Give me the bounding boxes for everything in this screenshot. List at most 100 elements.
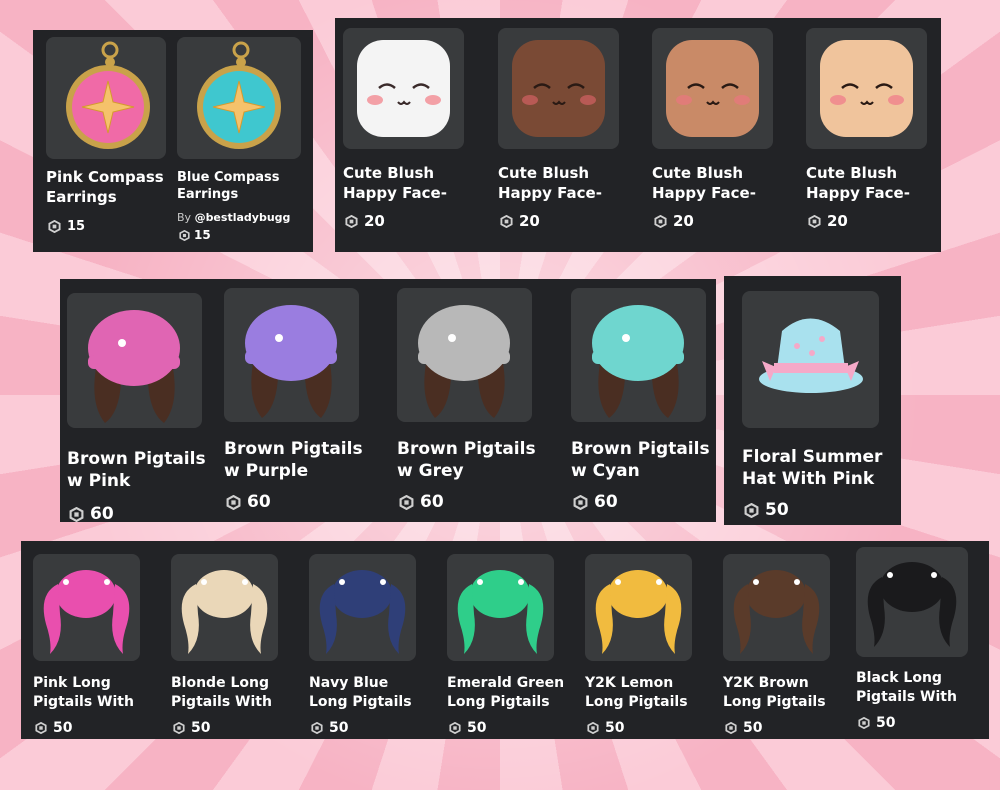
long-pigtails-hair-icon [457,570,544,654]
robux-icon [587,722,599,734]
item-price-value: 50 [605,720,625,736]
robux-icon [173,722,185,734]
item-name[interactable]: Blonde Long Pigtails With [171,674,272,712]
item-thumbnail[interactable] [498,28,619,149]
item-price-value: 50 [191,720,211,736]
item-price-value: 20 [673,212,694,230]
item-price: 50 [35,720,72,736]
item-price-value: 20 [519,212,540,230]
item-thumbnail[interactable] [309,554,416,661]
item-price: 50 [858,715,895,731]
item-name[interactable]: Blue Compass Earrings [177,170,280,204]
face-icon [666,40,759,137]
item-name[interactable]: Cute Blush Happy Face- [652,164,756,203]
robux-icon [858,717,870,729]
robux-icon [654,214,667,228]
robux-icon [226,494,241,510]
item-price: 50 [449,720,486,736]
item-price: 50 [311,720,348,736]
long-pigtails-hair-icon [43,570,130,654]
item-thumbnail[interactable] [33,554,140,661]
item-name[interactable]: Cute Blush Happy Face- [343,164,447,203]
creator-name[interactable]: @bestladybugg [195,211,291,224]
item-price: 20 [654,212,694,230]
item-thumbnail[interactable] [67,293,202,428]
item-name[interactable]: Black Long Pigtails With [856,669,957,707]
item-thumbnail[interactable] [46,37,166,159]
item-name[interactable]: Floral Summer Hat With Pink [742,446,882,490]
item-price-value: 50 [53,720,73,736]
item-name[interactable]: Cute Blush Happy Face- [806,164,910,203]
item-thumbnail[interactable] [856,547,968,657]
item-price: 50 [587,720,624,736]
robux-icon [35,722,47,734]
long-pigtails-hair-icon [181,570,268,654]
item-price-value: 60 [420,492,444,512]
item-thumbnail[interactable] [742,291,879,428]
item-name[interactable]: Emerald Green Long Pigtails [447,674,564,712]
compass-earring-icon [197,41,281,149]
robux-icon [48,220,61,233]
item-price: 60 [226,492,271,512]
item-name[interactable]: Pink Long Pigtails With [33,674,134,712]
item-name[interactable]: Brown Pigtails w Pink [67,448,206,492]
robux-icon [399,494,414,510]
item-name[interactable]: Brown Pigtails w Purple [224,438,363,482]
floral-hat-panel: Floral Summer Hat With Pink 50 [724,276,901,525]
item-name[interactable]: Y2K Lemon Long Pigtails [585,674,688,712]
item-price-value: 15 [194,228,211,242]
item-price-value: 50 [743,720,763,736]
item-thumbnail[interactable] [447,554,554,661]
long-pigtails-panel: Pink Long Pigtails With 50 Blonde Long P… [21,541,989,739]
face-icon [820,40,913,137]
item-price: 50 [725,720,762,736]
creator-prefix: By [177,211,195,224]
item-thumbnail[interactable] [177,37,301,159]
item-thumbnail[interactable] [397,288,532,422]
robux-icon [500,214,513,228]
item-price: 50 [744,500,789,520]
robux-icon [449,722,461,734]
item-name[interactable]: Brown Pigtails w Grey [397,438,536,482]
robux-icon [345,214,358,228]
robux-icon [725,722,737,734]
bucket-hat-icon [759,318,863,393]
item-price: 20 [345,212,385,230]
item-name[interactable]: Cute Blush Happy Face- [498,164,602,203]
robux-icon [573,494,588,510]
item-price: 60 [573,492,618,512]
compass-earring-icon [66,41,150,149]
item-thumbnail[interactable] [171,554,278,661]
robux-icon [744,502,759,518]
item-thumbnail[interactable] [585,554,692,661]
item-price-value: 60 [594,492,618,512]
item-price: 20 [808,212,848,230]
item-thumbnail[interactable] [343,28,464,149]
item-price: 60 [399,492,444,512]
compass-earrings-panel: Pink Compass Earrings 15 Blue Compass Ea… [33,30,313,252]
item-price-value: 20 [364,212,385,230]
pigtails-hair-icon [88,310,180,423]
item-price-value: 50 [765,500,789,520]
item-name[interactable]: Pink Compass Earrings [46,168,164,207]
item-price: 20 [500,212,540,230]
item-price-value: 20 [827,212,848,230]
item-price: 15 [48,219,85,234]
face-icon [512,40,605,137]
item-thumbnail[interactable] [806,28,927,149]
item-price: 50 [173,720,210,736]
long-pigtails-hair-icon [733,570,820,654]
item-thumbnail[interactable] [224,288,359,422]
item-name[interactable]: Y2K Brown Long Pigtails [723,674,826,712]
robux-icon [311,722,323,734]
item-price-value: 50 [467,720,487,736]
item-thumbnail[interactable] [652,28,773,149]
item-thumbnail[interactable] [723,554,830,661]
item-creator[interactable]: By @bestladybugg [177,211,290,224]
long-pigtails-hair-icon [867,562,957,647]
item-thumbnail[interactable] [571,288,706,422]
item-name[interactable]: Navy Blue Long Pigtails [309,674,412,712]
robux-icon [69,506,84,522]
item-name[interactable]: Brown Pigtails w Cyan [571,438,710,482]
pigtails-hat-panel: Brown Pigtails w Pink 60 Brown Pigtails … [60,279,716,524]
